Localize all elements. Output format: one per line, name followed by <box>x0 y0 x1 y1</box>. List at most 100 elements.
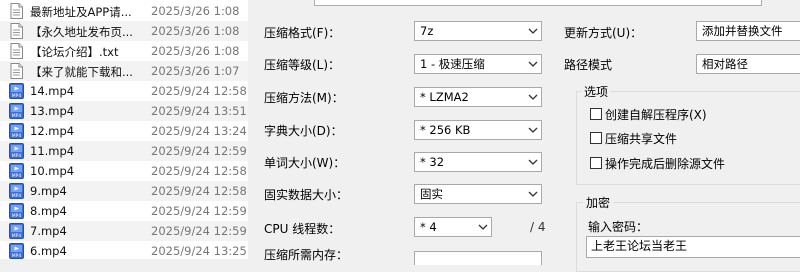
dict-value: * 256 KB <box>420 123 471 137</box>
svg-text:MP4: MP4 <box>12 233 22 239</box>
update-label: 更新方式(U)： <box>564 26 643 40</box>
file-name: 【论坛介绍】.txt <box>30 45 119 59</box>
threads-total: / 4 <box>530 220 546 234</box>
path-mode-value: 相对路径 <box>702 57 748 71</box>
password-label: 输入密码： <box>588 220 649 234</box>
file-date: 2025/9/24 13:51 <box>151 104 247 118</box>
file-date: 2025/9/24 12:58 <box>151 184 247 198</box>
file-date: 2025/9/24 12:58 <box>151 84 247 98</box>
file-name: 6.mp4 <box>30 244 67 258</box>
password-input[interactable]: 上老王论坛当老王 <box>586 236 800 258</box>
shared-label: 压缩共享文件 <box>605 132 678 146</box>
file-name: 13.mp4 <box>30 104 75 118</box>
file-row[interactable]: MP4 7.mp4 2025/9/24 12:59 <box>0 221 248 241</box>
delete-source-label: 操作完成后删除源文件 <box>605 157 726 171</box>
memory-label: 压缩所需内存： <box>264 248 349 262</box>
text-file-icon <box>9 23 24 39</box>
file-row[interactable]: 最新地址及APP请... 2025/3/26 1:08 <box>0 1 248 21</box>
svg-text:MP4: MP4 <box>12 133 22 139</box>
mp4-file-icon: MP4 <box>9 203 24 219</box>
file-row[interactable]: MP4 11.mp4 2025/9/24 12:59 <box>0 141 248 161</box>
chevron-down-icon <box>528 61 538 67</box>
file-date: 2025/9/24 12:59 <box>151 144 247 158</box>
word-value: * 32 <box>420 155 445 169</box>
threads-select[interactable]: * 4 <box>414 217 492 237</box>
solid-select[interactable]: 固实 <box>414 184 542 204</box>
svg-text:MP4: MP4 <box>12 193 22 199</box>
svg-text:MP4: MP4 <box>12 93 22 99</box>
solid-value: 固实 <box>420 187 443 201</box>
text-file-icon <box>9 43 24 59</box>
compress-dialog: 压缩格式(F)： 压缩等级(L)： 压缩方法(M)： 字典大小(D)： 单词大小… <box>248 0 800 272</box>
shared-checkbox[interactable] <box>590 132 602 144</box>
file-date: 2025/9/24 12:59 <box>151 224 247 238</box>
file-date: 2025/9/24 12:59 <box>151 204 247 218</box>
word-select[interactable]: * 32 <box>414 152 542 172</box>
file-row[interactable]: MP4 12.mp4 2025/9/24 13:24 <box>0 121 248 141</box>
level-value: 1 - 极速压缩 <box>420 57 485 71</box>
sfx-label: 创建自解压程序(X) <box>605 108 707 122</box>
path-mode-label: 路径模式 <box>564 58 613 72</box>
memory-field <box>414 251 542 265</box>
file-date: 2025/9/24 12:58 <box>151 164 247 178</box>
file-row[interactable]: 【永久地址发布页... 2025/3/26 1:08 <box>0 21 248 41</box>
mp4-file-icon: MP4 <box>9 83 24 99</box>
file-date: 2025/9/24 13:24 <box>151 124 247 138</box>
file-name: 11.mp4 <box>30 144 75 158</box>
file-date: 2025/3/26 1:08 <box>151 4 240 18</box>
file-name: 最新地址及APP请... <box>30 5 132 19</box>
chevron-down-icon <box>478 224 488 230</box>
file-row[interactable]: MP4 8.mp4 2025/9/24 12:59 <box>0 201 248 221</box>
svg-text:MP4: MP4 <box>12 253 22 259</box>
file-name: 8.mp4 <box>30 204 67 218</box>
level-label: 压缩等级(L)： <box>264 58 341 72</box>
update-select[interactable]: 添加并替换文件 <box>696 21 800 41</box>
file-date: 2025/9/24 13:25 <box>151 244 247 258</box>
svg-text:MP4: MP4 <box>12 213 22 219</box>
word-label: 单词大小(W)： <box>264 156 346 170</box>
options-title: 选项 <box>581 83 612 100</box>
method-select[interactable]: * LZMA2 <box>414 87 542 107</box>
file-row[interactable]: MP4 13.mp4 2025/9/24 13:51 <box>0 101 248 121</box>
file-name: 14.mp4 <box>30 84 75 98</box>
sfx-checkbox[interactable] <box>590 108 602 120</box>
file-name: 7.mp4 <box>30 224 67 238</box>
update-value: 添加并替换文件 <box>702 24 783 38</box>
level-select[interactable]: 1 - 极速压缩 <box>414 54 542 74</box>
encryption-title: 加密 <box>583 194 614 211</box>
mp4-file-icon: MP4 <box>9 243 24 259</box>
format-value: 7z <box>420 24 434 38</box>
delete-source-checkbox[interactable] <box>590 157 602 169</box>
chevron-down-icon <box>528 159 538 165</box>
threads-value: * 4 <box>420 220 437 234</box>
file-name: 10.mp4 <box>30 164 75 178</box>
svg-text:MP4: MP4 <box>12 153 22 159</box>
file-row[interactable]: MP4 6.mp4 2025/9/24 13:25 <box>0 241 248 259</box>
file-row[interactable]: MP4 9.mp4 2025/9/24 12:58 <box>0 181 248 201</box>
file-row[interactable]: MP4 10.mp4 2025/9/24 12:58 <box>0 161 248 181</box>
svg-text:MP4: MP4 <box>12 113 22 119</box>
mp4-file-icon: MP4 <box>9 223 24 239</box>
file-row[interactable]: 【论坛介绍】.txt 2025/3/26 1:08 <box>0 41 248 61</box>
file-date: 2025/3/26 1:08 <box>151 44 240 58</box>
file-date: 2025/3/26 1:08 <box>151 24 240 38</box>
archive-path-field[interactable] <box>314 0 762 6</box>
mp4-file-icon: MP4 <box>9 183 24 199</box>
file-row[interactable]: MP4 14.mp4 2025/9/24 12:58 <box>0 81 248 101</box>
path-mode-select[interactable]: 相对路径 <box>696 54 800 74</box>
dict-label: 字典大小(D)： <box>264 124 343 138</box>
file-row[interactable]: 【来了就能下载和... 2025/3/26 1:07 <box>0 61 248 81</box>
method-value: * LZMA2 <box>420 90 469 104</box>
file-name: 【来了就能下载和... <box>30 65 133 79</box>
format-select[interactable]: 7z <box>414 21 542 41</box>
format-label: 压缩格式(F)： <box>264 26 341 40</box>
dict-select[interactable]: * 256 KB <box>414 120 542 140</box>
file-name: 【永久地址发布页... <box>30 25 133 39</box>
mp4-file-icon: MP4 <box>9 103 24 119</box>
mp4-file-icon: MP4 <box>9 123 24 139</box>
svg-text:MP4: MP4 <box>12 173 22 179</box>
solid-label: 固实数据大小： <box>264 188 349 202</box>
method-label: 压缩方法(M)： <box>264 91 344 105</box>
threads-label: CPU 线程数： <box>264 222 341 236</box>
file-list: 最新地址及APP请... 2025/3/26 1:08 【永久地址发布页... 202… <box>0 0 248 259</box>
